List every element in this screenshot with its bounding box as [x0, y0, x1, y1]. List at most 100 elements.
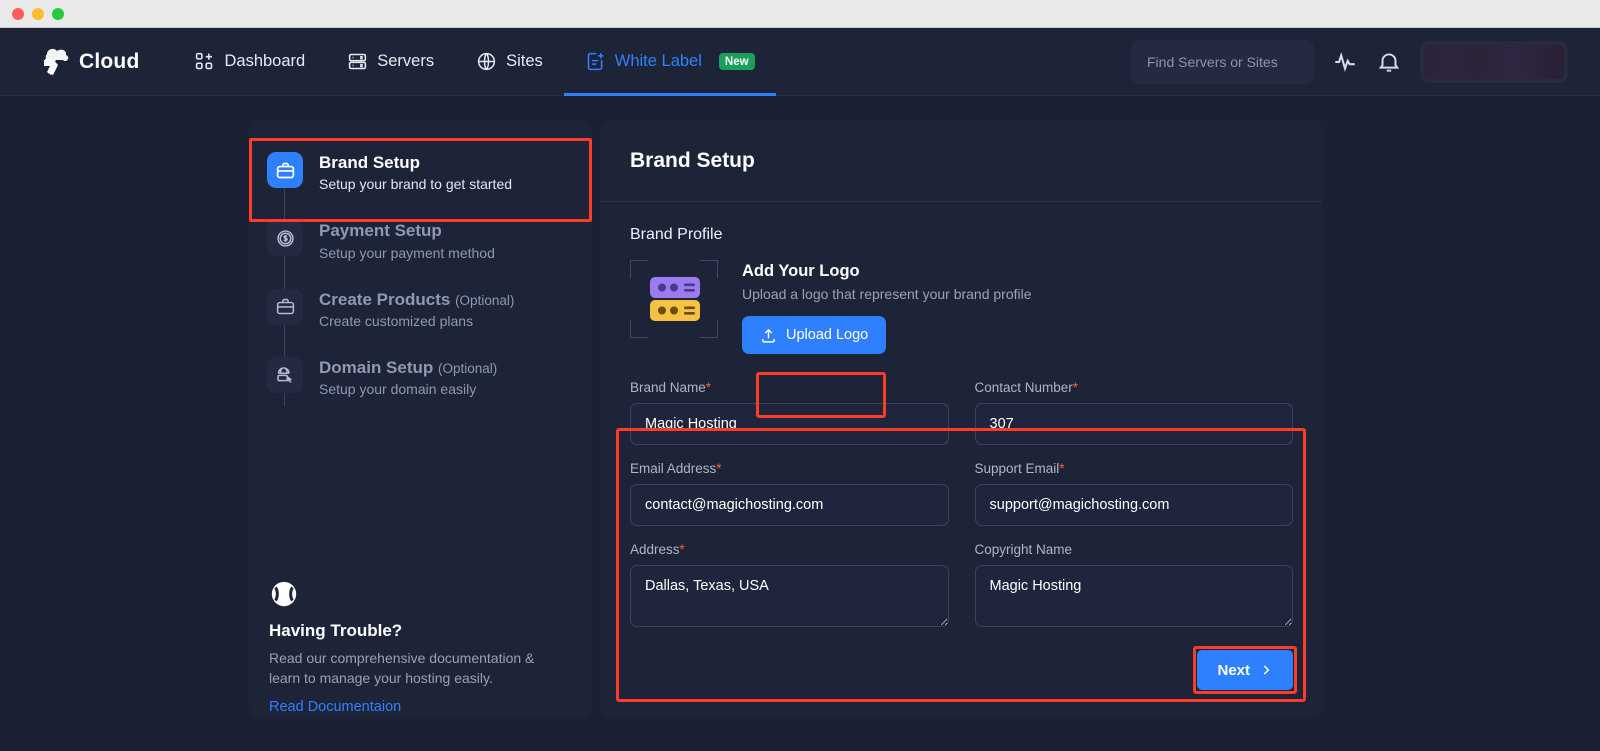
cloud-logo-icon: [38, 47, 72, 77]
upload-logo-button[interactable]: Upload Logo: [742, 316, 886, 354]
chevron-right-icon: [1259, 663, 1273, 677]
step-create-products[interactable]: Create Products (Optional) Create custom…: [267, 275, 574, 343]
required-asterisk: *: [716, 461, 721, 476]
navbar-right-tools: [1131, 40, 1568, 84]
bell-icon[interactable]: [1376, 49, 1402, 75]
brand-name-input[interactable]: [630, 403, 949, 445]
panel-header: Brand Setup: [600, 120, 1323, 202]
step-domain-setup-title: Domain Setup (Optional): [319, 357, 497, 378]
top-navbar: Cloud Dashboard Servers: [0, 28, 1600, 96]
setup-steps-panel: Brand Setup Setup your brand to get star…: [249, 120, 592, 718]
label-text: Contact Number: [975, 380, 1073, 395]
nav-label-sites: Sites: [506, 52, 543, 71]
label-text: Brand Name: [630, 380, 706, 395]
search-input[interactable]: [1147, 54, 1328, 70]
step-brand-setup-subtitle: Setup your brand to get started: [319, 176, 512, 192]
having-trouble-text: Read our comprehensive documentation & l…: [269, 648, 569, 689]
nav-item-servers[interactable]: Servers: [326, 28, 455, 96]
field-contact-number: Contact Number*: [975, 380, 1294, 445]
logo-row: Add Your Logo Upload a logo that represe…: [630, 258, 1293, 354]
label-brand-name: Brand Name*: [630, 380, 949, 395]
steps-list: Brand Setup Setup your brand to get star…: [249, 138, 592, 411]
step-optional-tag: (Optional): [438, 361, 497, 376]
step-domain-setup[interactable]: Domain Setup (Optional) Setup your domai…: [267, 343, 574, 411]
step-title-text: Domain Setup: [319, 358, 433, 377]
briefcase-icon: [275, 160, 296, 181]
globe-icon: [476, 51, 497, 72]
next-button[interactable]: Next: [1197, 650, 1293, 690]
avatar: [1424, 45, 1564, 79]
search-box[interactable]: [1131, 40, 1314, 84]
nav-label-white-label: White Label: [615, 52, 702, 71]
step-domain-setup-subtitle: Setup your domain easily: [319, 381, 497, 397]
step-brand-setup[interactable]: Brand Setup Setup your brand to get star…: [267, 138, 574, 206]
label-address: Address*: [630, 542, 949, 557]
nav-label-dashboard: Dashboard: [224, 52, 305, 71]
add-your-logo-subtitle: Upload a logo that represent your brand …: [742, 286, 1032, 302]
label-text: Address: [630, 542, 680, 557]
nav-item-white-label[interactable]: White Label New: [564, 28, 776, 96]
step-payment-setup-icon-wrap: [267, 220, 303, 256]
brand-profile-form: Brand Name* Contact Number* Email Addres…: [630, 380, 1293, 646]
label-support-email: Support Email*: [975, 461, 1294, 476]
logo-preview-frame: [630, 260, 718, 338]
label-text: Support Email: [975, 461, 1060, 476]
domain-cursor-icon: [275, 364, 296, 385]
step-create-products-title: Create Products (Optional): [319, 289, 514, 310]
field-copyright-name: Copyright Name Magic Hosting: [975, 542, 1294, 632]
window-zoom-button[interactable]: [52, 8, 64, 20]
address-textarea[interactable]: Dallas, Texas, USA: [630, 565, 949, 627]
step-brand-setup-title: Brand Setup: [319, 152, 512, 173]
step-brand-setup-icon-wrap: [267, 152, 303, 188]
field-brand-name: Brand Name*: [630, 380, 949, 445]
contact-number-input[interactable]: [975, 403, 1294, 445]
step-payment-setup-subtitle: Setup your payment method: [319, 245, 495, 261]
step-create-products-icon-wrap: [267, 289, 303, 325]
nav-badge-new: New: [719, 53, 755, 70]
read-documentation-link[interactable]: Read Documentaion: [269, 699, 401, 715]
page-title: Brand Setup: [630, 149, 755, 173]
page-body: Brand Setup Setup your brand to get star…: [0, 96, 1600, 751]
email-address-input[interactable]: [630, 484, 949, 526]
frame-corner-br: [700, 320, 718, 338]
brand-logo-link[interactable]: Cloud: [38, 47, 139, 77]
servers-rack-icon: [347, 51, 368, 72]
required-asterisk: *: [1059, 461, 1064, 476]
step-title-text: Brand Setup: [319, 153, 420, 172]
dashboard-grid-plus-icon: [194, 51, 215, 72]
next-button-label: Next: [1217, 662, 1250, 679]
step-title-text: Payment Setup: [319, 221, 442, 240]
label-text: Email Address: [630, 461, 716, 476]
upload-logo-label: Upload Logo: [786, 327, 868, 343]
step-payment-setup[interactable]: Payment Setup Setup your payment method: [267, 206, 574, 274]
support-email-input[interactable]: [975, 484, 1294, 526]
copyright-name-textarea[interactable]: Magic Hosting: [975, 565, 1294, 627]
step-domain-setup-icon-wrap: [267, 357, 303, 393]
brand-name-text: Cloud: [79, 50, 139, 74]
field-support-email: Support Email*: [975, 461, 1294, 526]
label-text: Copyright Name: [975, 542, 1073, 557]
window-close-button[interactable]: [12, 8, 24, 20]
dollar-coin-icon: [275, 228, 296, 249]
required-asterisk: *: [680, 542, 685, 557]
nav-label-servers: Servers: [377, 52, 434, 71]
panel-body: Brand Profile: [600, 202, 1323, 646]
field-address: Address* Dallas, Texas, USA: [630, 542, 949, 632]
step-optional-tag: (Optional): [455, 293, 514, 308]
nav-item-sites[interactable]: Sites: [455, 28, 564, 96]
user-profile-menu[interactable]: [1420, 41, 1568, 83]
activity-pulse-icon[interactable]: [1332, 49, 1358, 75]
macos-title-bar: [0, 0, 1600, 28]
panel-footer: Next: [1197, 650, 1293, 690]
having-trouble-title: Having Trouble?: [269, 621, 572, 641]
step-title-text: Create Products: [319, 290, 450, 309]
frame-corner-bl: [630, 320, 648, 338]
window-minimize-button[interactable]: [32, 8, 44, 20]
upload-icon: [760, 327, 777, 344]
support-ball-icon: [269, 579, 299, 609]
nav-item-dashboard[interactable]: Dashboard: [173, 28, 326, 96]
app-root: Cloud Dashboard Servers: [0, 28, 1600, 751]
label-contact-number: Contact Number*: [975, 380, 1294, 395]
frame-corner-tl: [630, 260, 648, 278]
frame-corner-tr: [700, 260, 718, 278]
